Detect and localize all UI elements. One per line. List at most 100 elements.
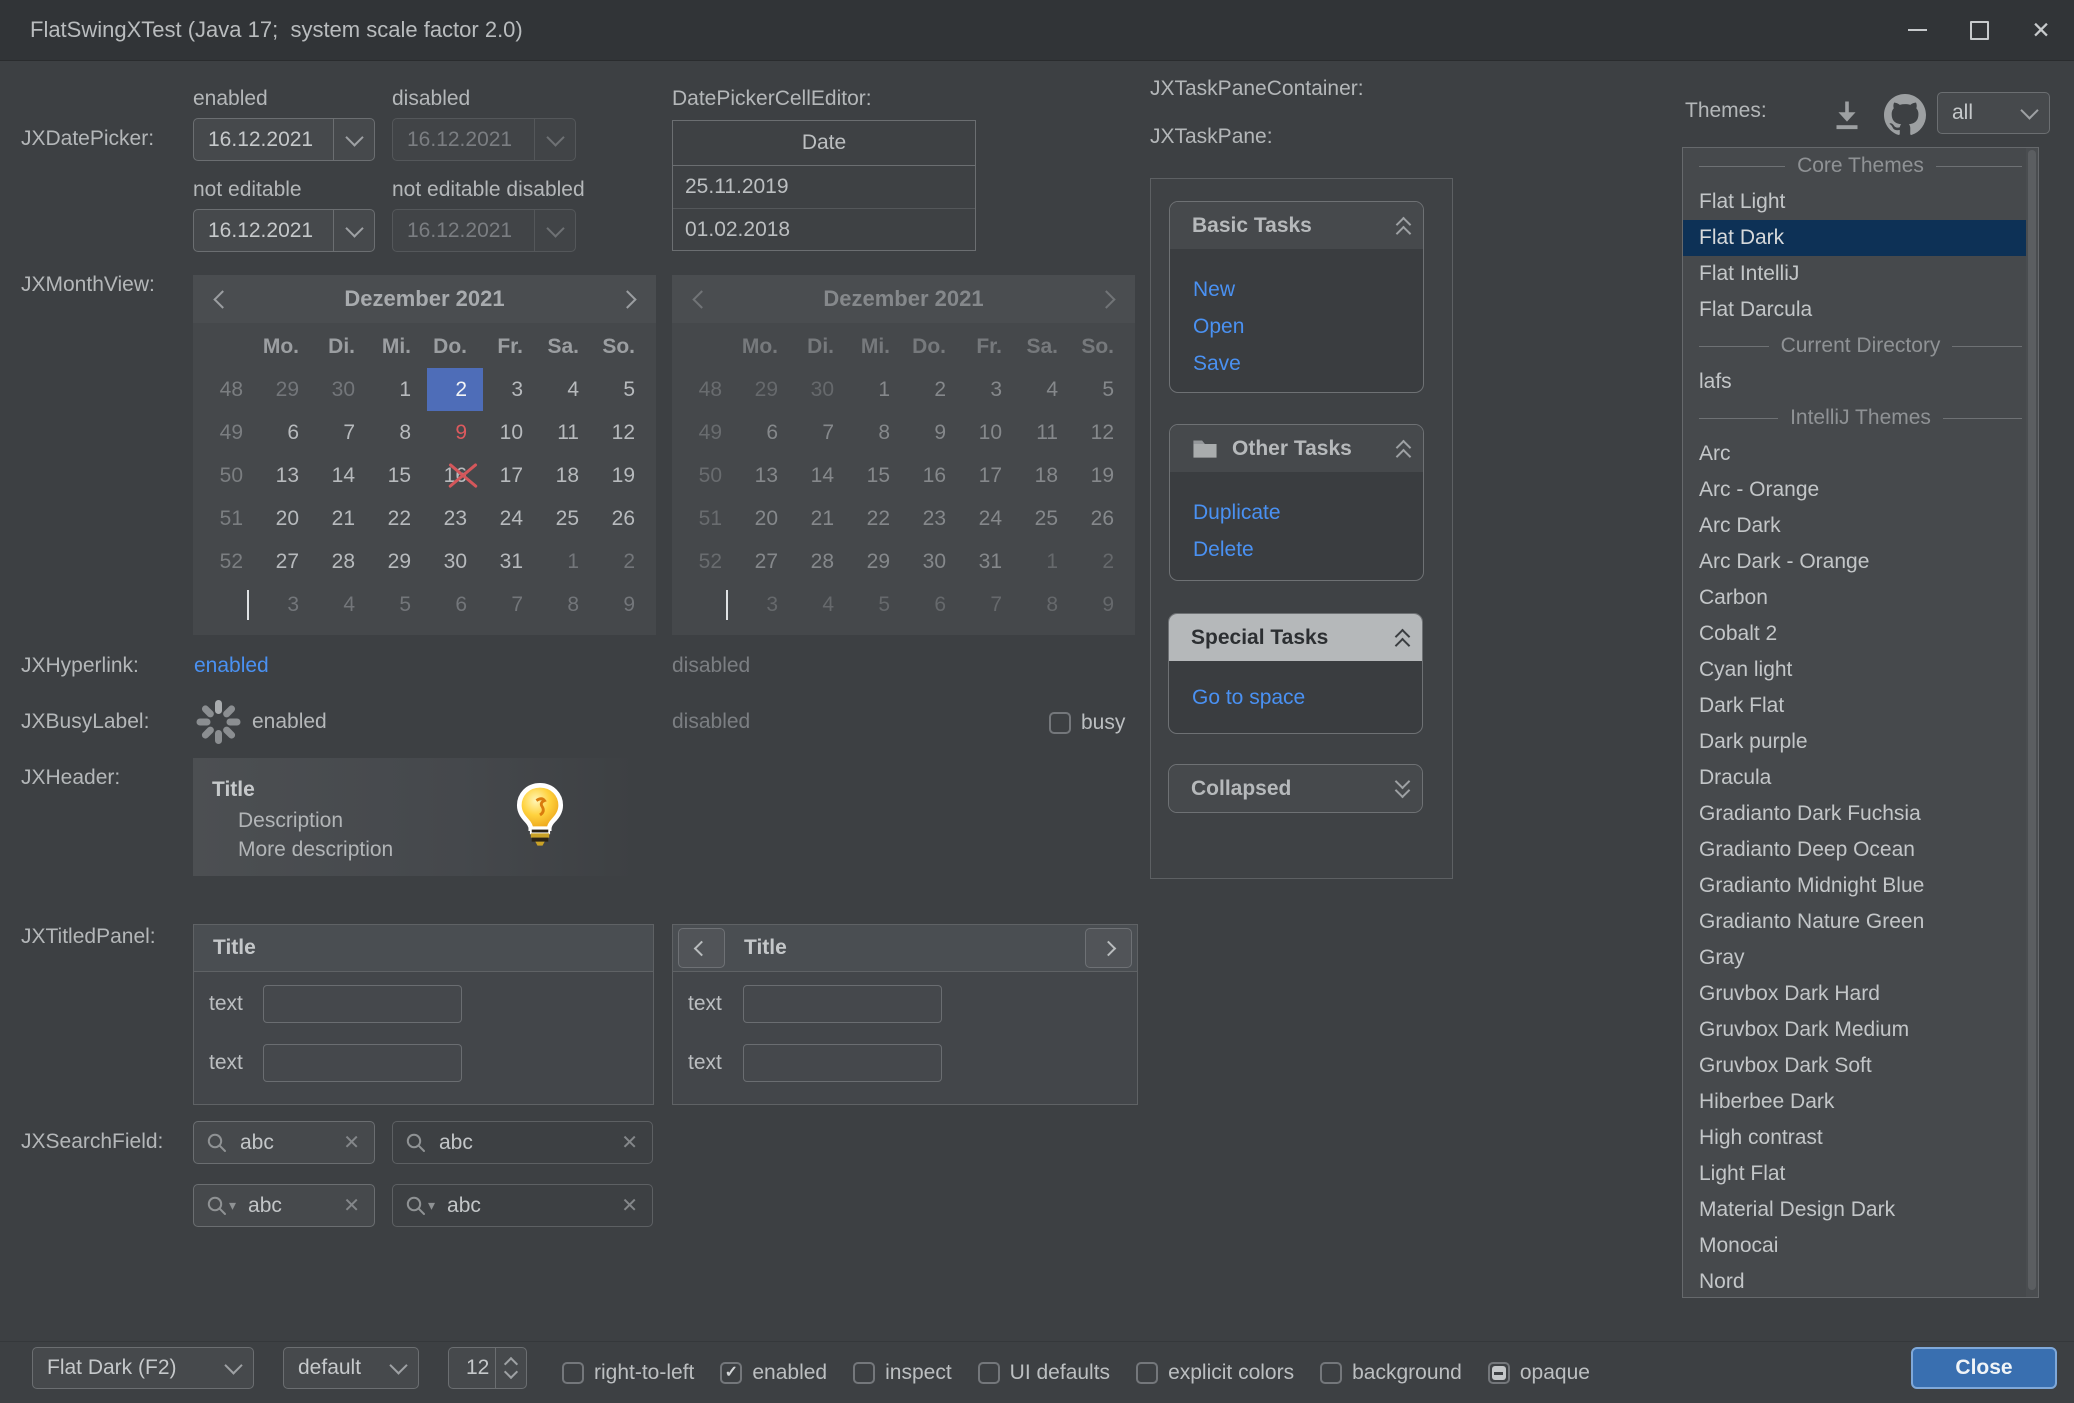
clear-icon[interactable]: ✕ (343, 1193, 360, 1218)
style-combo[interactable]: default (283, 1347, 419, 1389)
day-cell[interactable]: 9 (595, 583, 651, 626)
text-input[interactable] (743, 985, 942, 1023)
themes-list[interactable]: Core ThemesFlat LightFlat DarkFlat Intel… (1682, 147, 2039, 1298)
day-cell[interactable]: 8 (371, 411, 427, 454)
spinner-buttons[interactable] (495, 1348, 526, 1388)
day-cell[interactable]: 24 (483, 497, 539, 540)
clear-icon[interactable]: ✕ (621, 1130, 638, 1155)
text-input[interactable] (743, 1044, 942, 1082)
day-cell[interactable]: 8 (539, 583, 595, 626)
checkbox-inspect[interactable]: inspect (853, 1361, 952, 1385)
minimize-button[interactable] (1886, 0, 1948, 60)
datepicker-dropdown-button[interactable] (333, 119, 374, 160)
search-field-1[interactable]: ✕ (193, 1121, 375, 1164)
day-cell[interactable]: 2 (595, 540, 651, 583)
theme-item[interactable]: Hiberbee Dark (1683, 1084, 2038, 1120)
day-cell[interactable]: 29 (371, 540, 427, 583)
theme-item[interactable]: Material Design Dark (1683, 1192, 2038, 1228)
day-cell[interactable]: 11 (539, 411, 595, 454)
theme-item[interactable]: High contrast (1683, 1120, 2038, 1156)
theme-item[interactable]: Cobalt 2 (1683, 616, 2038, 652)
checkbox-explicit-colors[interactable]: explicit colors (1136, 1361, 1294, 1385)
theme-item[interactable]: Gruvbox Dark Hard (1683, 976, 2038, 1012)
magnifier-dropdown-icon[interactable]: ▾ (206, 1195, 236, 1217)
day-cell[interactable]: 30 (315, 368, 371, 411)
monthview-enabled[interactable]: Dezember 2021 Mo.Di.Mi.Do.Fr.Sa.So.48293… (193, 275, 656, 635)
theme-item[interactable]: Arc - Orange (1683, 472, 2038, 508)
text-input[interactable] (263, 1044, 462, 1082)
day-cell[interactable]: 29 (259, 368, 315, 411)
day-cell[interactable]: 27 (259, 540, 315, 583)
chevron-double-up-icon[interactable] (1398, 440, 1409, 458)
chevron-double-down-icon[interactable] (1397, 780, 1408, 798)
day-cell[interactable]: 20 (259, 497, 315, 540)
day-cell[interactable]: 6 (427, 583, 483, 626)
close-button[interactable]: Close (1911, 1347, 2057, 1389)
day-cell[interactable]: 15 (371, 454, 427, 497)
search-field-2[interactable]: ✕ (392, 1121, 653, 1164)
datepicker-enabled[interactable]: 16.12.2021 (193, 118, 375, 161)
previous-month-button[interactable] (193, 275, 251, 323)
theme-item[interactable]: Nord (1683, 1264, 2038, 1298)
taskpane-header[interactable]: Collapsed (1169, 765, 1422, 812)
day-cell[interactable]: 4 (539, 368, 595, 411)
datepicker-table[interactable]: Date 25.11.201901.02.2018 (672, 120, 976, 251)
theme-item[interactable]: Flat IntelliJ (1683, 256, 2038, 292)
checkbox-enabled[interactable]: ✓enabled (720, 1361, 827, 1385)
day-cell[interactable]: 3 (259, 583, 315, 626)
search-input[interactable] (246, 1193, 343, 1219)
taskpane-link[interactable]: Go to space (1192, 679, 1422, 716)
table-cell[interactable]: 25.11.2019 (673, 166, 975, 208)
clear-icon[interactable]: ✕ (343, 1130, 360, 1155)
theme-item[interactable]: Flat Dark (1683, 220, 2038, 256)
theme-item[interactable]: Gradianto Nature Green (1683, 904, 2038, 940)
day-cell[interactable]: 30 (427, 540, 483, 583)
taskpane-link[interactable]: Delete (1193, 531, 1423, 568)
day-cell[interactable]: 7 (483, 583, 539, 626)
theme-item[interactable]: Gradianto Dark Fuchsia (1683, 796, 2038, 832)
theme-item[interactable]: Gradianto Midnight Blue (1683, 868, 2038, 904)
day-cell[interactable]: 12 (595, 411, 651, 454)
laf-combo[interactable]: Flat Dark (F2) (32, 1347, 254, 1389)
day-cell[interactable]: 16 (427, 454, 483, 497)
day-cell[interactable]: 22 (371, 497, 427, 540)
checkbox-background[interactable]: background (1320, 1361, 1462, 1385)
day-cell[interactable]: 18 (539, 454, 595, 497)
day-cell[interactable]: 5 (595, 368, 651, 411)
magnifier-dropdown-icon[interactable]: ▾ (405, 1195, 435, 1217)
theme-item[interactable]: Monocai (1683, 1228, 2038, 1264)
themes-filter-combo[interactable]: all (1937, 92, 2050, 134)
table-cell[interactable]: 01.02.2018 (673, 208, 975, 251)
search-input[interactable] (437, 1130, 621, 1156)
next-month-button[interactable] (598, 275, 656, 323)
panel-right-button[interactable] (1085, 928, 1132, 968)
day-cell[interactable]: 14 (315, 454, 371, 497)
search-input[interactable] (445, 1193, 621, 1219)
day-cell[interactable]: 13 (259, 454, 315, 497)
taskpane-link[interactable]: Save (1193, 345, 1423, 382)
hyperlink-enabled[interactable]: enabled (194, 654, 269, 678)
theme-item[interactable]: Arc (1683, 436, 2038, 472)
theme-item[interactable]: Gruvbox Dark Soft (1683, 1048, 2038, 1084)
taskpane-header[interactable]: Other Tasks (1170, 425, 1423, 472)
theme-item[interactable]: Dark purple (1683, 724, 2038, 760)
day-cell[interactable]: 21 (315, 497, 371, 540)
day-cell[interactable]: 10 (483, 411, 539, 454)
scrollbar-thumb[interactable] (2028, 150, 2036, 1290)
theme-item[interactable]: Gruvbox Dark Medium (1683, 1012, 2038, 1048)
day-cell[interactable]: 6 (259, 411, 315, 454)
day-cell[interactable]: 25 (539, 497, 595, 540)
checkbox-right-to-left[interactable]: right-to-left (562, 1361, 694, 1385)
theme-item[interactable]: Light Flat (1683, 1156, 2038, 1192)
theme-item[interactable]: Arc Dark - Orange (1683, 544, 2038, 580)
taskpane-header[interactable]: Basic Tasks (1170, 202, 1423, 249)
checkbox-busy[interactable]: busy (1049, 711, 1125, 735)
day-cell[interactable]: 28 (315, 540, 371, 583)
day-cell[interactable]: 1 (371, 368, 427, 411)
day-cell[interactable]: 1 (539, 540, 595, 583)
datepicker-not-editable[interactable]: 16.12.2021 (193, 209, 375, 252)
close-window-button[interactable]: ✕ (2010, 0, 2072, 60)
chevron-double-up-icon[interactable] (1397, 629, 1408, 647)
text-input[interactable] (263, 985, 462, 1023)
day-cell[interactable]: 26 (595, 497, 651, 540)
